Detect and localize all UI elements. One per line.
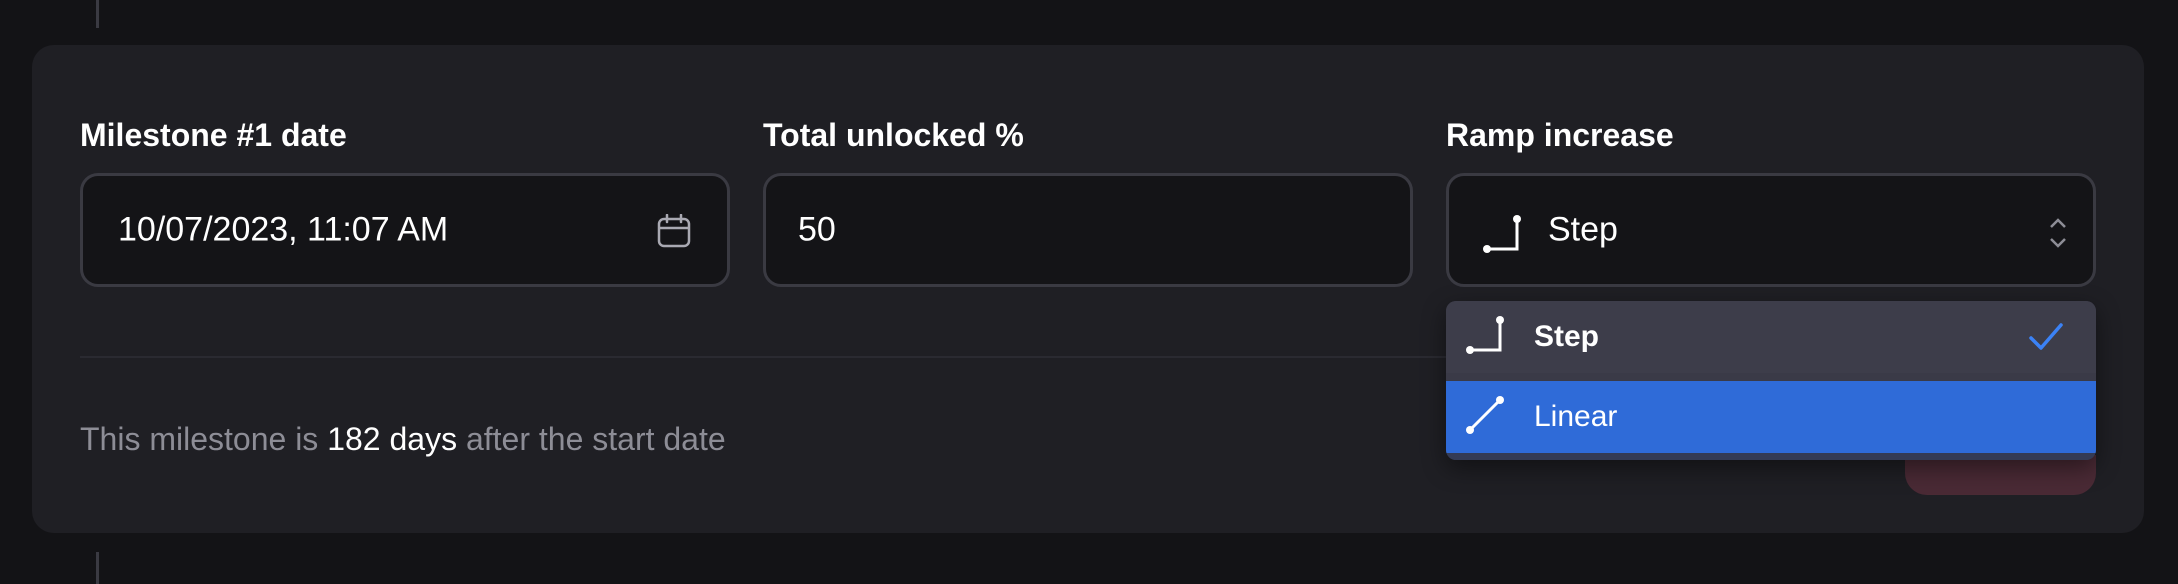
calendar-icon[interactable] (657, 213, 691, 253)
dropdown-bottom-edge (1446, 453, 2096, 460)
milestone-date-value: 10/07/2023, 11:07 AM (118, 210, 449, 249)
timeline-connector-top (96, 0, 99, 28)
ramp-increase-dropdown: Step Linear (1446, 301, 2096, 460)
ramp-increase-label: Ramp increase (1446, 117, 1674, 153)
ramp-option-linear-label: Linear (1534, 400, 1618, 433)
summary-prefix: This milestone is (80, 421, 328, 457)
action-button[interactable] (1905, 455, 2096, 495)
step-ramp-icon (1483, 214, 1523, 259)
total-unlocked-input[interactable]: 50 (763, 173, 1413, 287)
summary-days: 182 days (327, 421, 458, 457)
checkmark-icon (2028, 322, 2064, 357)
total-unlocked-value: 50 (798, 210, 836, 249)
chevron-up-down-icon (2047, 215, 2069, 256)
milestone-date-input[interactable]: 10/07/2023, 11:07 AM (80, 173, 730, 287)
ramp-option-step-label: Step (1534, 320, 1600, 353)
summary-suffix: after the start date (457, 421, 726, 457)
timeline-connector-bottom (96, 552, 99, 584)
total-unlocked-label: Total unlocked % (763, 117, 1024, 153)
step-ramp-icon (1466, 315, 1506, 360)
linear-ramp-icon (1466, 395, 1506, 440)
ramp-increase-select[interactable]: Step (1446, 173, 2096, 287)
milestone-date-label: Milestone #1 date (80, 117, 347, 153)
ramp-increase-value: Step (1548, 210, 1618, 249)
milestone-summary: This milestone is 182 days after the sta… (80, 421, 726, 458)
divider (80, 356, 1478, 358)
ramp-option-step[interactable]: Step (1446, 301, 2096, 373)
ramp-option-linear[interactable]: Linear (1446, 381, 2096, 453)
